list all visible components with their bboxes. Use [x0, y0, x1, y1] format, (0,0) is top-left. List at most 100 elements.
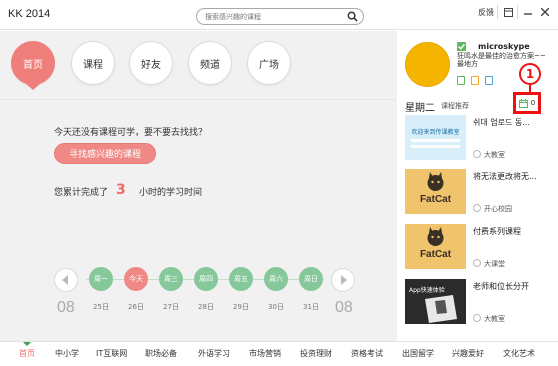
- course-source: 大课堂: [473, 259, 505, 269]
- category-finance[interactable]: 投资理财: [300, 348, 332, 359]
- day-sat[interactable]: 周六: [264, 267, 288, 291]
- thumbnail-text: 欢迎来到传课教室: [411, 129, 460, 136]
- avatar[interactable]: [405, 42, 450, 87]
- course-thumbnail[interactable]: FatCat: [405, 224, 466, 269]
- course-source-label: 大教室: [484, 151, 505, 159]
- nav-square[interactable]: 广场: [247, 41, 291, 85]
- calendar-icon: [518, 98, 528, 108]
- course-source-label: 大教室: [484, 315, 505, 323]
- nav-friends[interactable]: 好友: [129, 41, 173, 85]
- search-box[interactable]: [196, 8, 364, 25]
- prev-week-button[interactable]: [54, 268, 78, 292]
- month-label-left: 08: [57, 299, 75, 316]
- main-panel: 首页 课程 好友 频道 广场 今天还没有课程可学，要不要去找找？ 寻找感兴趣的课…: [0, 31, 397, 341]
- level-badge-icon[interactable]: [457, 76, 465, 85]
- category-it[interactable]: IT互联网: [96, 348, 127, 359]
- next-week-button[interactable]: [331, 268, 355, 292]
- minimize-icon[interactable]: [521, 5, 535, 19]
- username[interactable]: microskype: [478, 42, 530, 51]
- weekday-label: 星期二: [405, 103, 435, 114]
- app-title: KK 2014: [8, 8, 51, 20]
- title-bar: KK 2014 反馈: [0, 0, 558, 30]
- day-wed[interactable]: 周三: [159, 267, 183, 291]
- day-date: 30日: [268, 303, 284, 311]
- category-culture-art[interactable]: 文化艺术: [503, 348, 535, 359]
- category-hobbies[interactable]: 兴趣爱好: [452, 348, 484, 359]
- chevron-right-icon: [341, 275, 347, 285]
- thumbnail-text: FatCat: [419, 249, 452, 260]
- vip-badge-icon[interactable]: [471, 76, 479, 85]
- course-thumbnail[interactable]: FatCat: [405, 169, 466, 214]
- course-source: 大教室: [473, 150, 505, 160]
- day-date: 29日: [233, 303, 249, 311]
- close-icon[interactable]: [538, 5, 552, 19]
- day-today[interactable]: 今天: [124, 267, 148, 291]
- calendar-count: 0: [530, 99, 536, 107]
- category-active-pointer: [23, 342, 31, 346]
- study-time-suffix: 小时的学习时间: [139, 188, 203, 198]
- month-label-right: 08: [335, 299, 353, 316]
- course-thumbnail[interactable]: 欢迎来到传课教室: [405, 115, 466, 160]
- course-source-label: 大课堂: [484, 260, 505, 268]
- calendar-button[interactable]: 0: [513, 92, 541, 114]
- course-title[interactable]: 쉬대 업로드 동...: [473, 117, 555, 128]
- nav-courses[interactable]: 课程: [71, 41, 115, 85]
- find-courses-button[interactable]: 寻找感兴趣的课程: [54, 143, 156, 164]
- skin-icon[interactable]: [501, 5, 515, 19]
- divider: [0, 99, 397, 100]
- search-input[interactable]: [205, 11, 341, 23]
- school-icon: [473, 150, 481, 158]
- annotation-callout-number: 1: [519, 63, 541, 85]
- member-badge-icon[interactable]: [485, 76, 493, 85]
- feedback-link[interactable]: 反馈: [478, 7, 494, 18]
- fatcat-logo-icon: [427, 227, 444, 246]
- category-marketing[interactable]: 市场营销: [249, 348, 281, 359]
- school-icon: [473, 204, 481, 212]
- course-title[interactable]: 将无法更改将无...: [473, 171, 555, 182]
- divider: [497, 5, 498, 19]
- day-mon[interactable]: 周一: [89, 267, 113, 291]
- day-date: 27日: [163, 303, 179, 311]
- category-exam[interactable]: 资格考试: [351, 348, 383, 359]
- course-thumbnail[interactable]: App快速体验: [405, 279, 466, 324]
- thumbnail-text: FatCat: [419, 194, 452, 205]
- school-icon: [473, 314, 481, 322]
- recommend-item[interactable]: FatCat 将无法更改将无... 开心校园: [405, 169, 556, 217]
- recommend-label: 课程推荐: [441, 102, 469, 110]
- day-thu[interactable]: 周四: [194, 267, 218, 291]
- study-hours-value: 3: [116, 182, 126, 198]
- course-title[interactable]: 付费系列课程: [473, 226, 555, 237]
- study-time-prefix: 您累计完成了: [54, 188, 109, 198]
- nav-channels[interactable]: 频道: [188, 41, 232, 85]
- course-source: 大教室: [473, 314, 505, 324]
- side-panel: microskype 狂鸣水是最佳的治愈方案~~最地方 1 0 星期二 课程推荐…: [397, 31, 558, 341]
- study-time-summary: 您累计完成了 3 小时的学习时间: [54, 182, 294, 201]
- day-date: 28日: [198, 303, 214, 311]
- divider: [517, 5, 518, 19]
- category-k12[interactable]: 中小学: [55, 348, 79, 359]
- fatcat-logo-icon: [427, 172, 444, 191]
- course-source-label: 开心校园: [484, 205, 512, 213]
- nav-home[interactable]: 首页: [11, 41, 55, 85]
- recommend-item[interactable]: FatCat 付费系列课程 大课堂: [405, 224, 556, 272]
- day-fri[interactable]: 周五: [229, 267, 253, 291]
- school-icon: [473, 259, 481, 267]
- day-sun[interactable]: 周日: [299, 267, 323, 291]
- chevron-left-icon: [62, 275, 68, 285]
- course-title[interactable]: 老师和位长分开: [473, 281, 555, 292]
- empty-tip: 今天还没有课程可学，要不要去找找？: [54, 128, 208, 138]
- category-language[interactable]: 外语学习: [198, 348, 230, 359]
- phone-illustration-icon: [425, 295, 457, 323]
- category-bar: 首页 中小学 IT互联网 职场必备 外语学习 市场营销 投资理财 资格考试 出国…: [0, 341, 558, 366]
- search-icon[interactable]: [347, 11, 358, 22]
- recommend-item[interactable]: App快速体验 老师和位长分开 大教室: [405, 279, 556, 327]
- nav-active-pointer: [25, 83, 41, 90]
- verified-icon: [457, 42, 466, 51]
- category-study-abroad[interactable]: 出国留学: [402, 348, 434, 359]
- category-home[interactable]: 首页: [19, 348, 35, 359]
- course-source: 开心校园: [473, 204, 512, 214]
- day-date: 25日: [93, 303, 109, 311]
- recommend-item[interactable]: 欢迎来到传课教室 쉬대 업로드 동... 大教室: [405, 115, 556, 163]
- category-career[interactable]: 职场必备: [145, 348, 177, 359]
- day-date: 26日: [128, 303, 144, 311]
